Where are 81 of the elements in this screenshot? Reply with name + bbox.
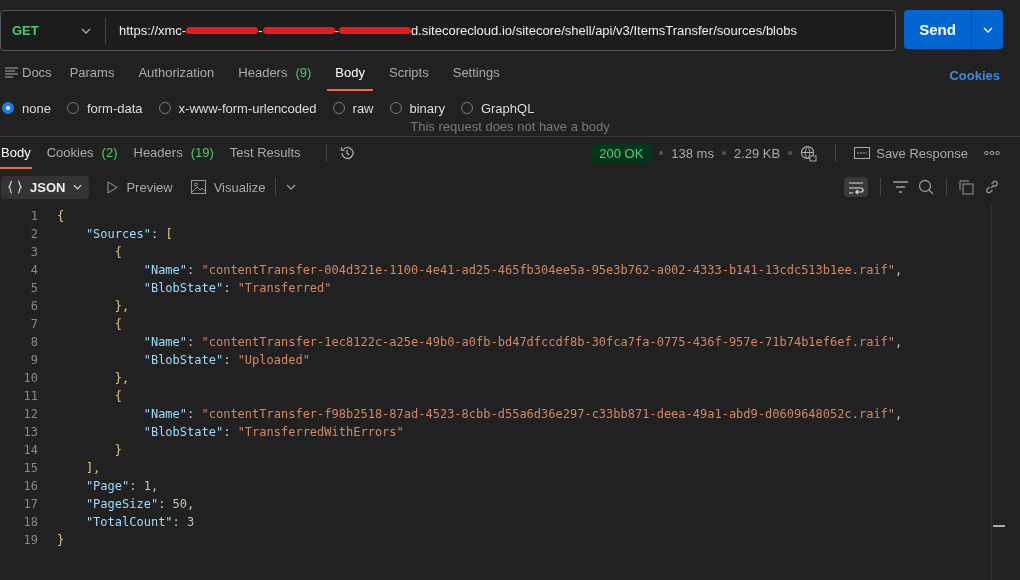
line-number: 9 [29, 352, 38, 369]
history-icon[interactable] [338, 145, 355, 161]
code-line: { [57, 208, 65, 225]
response-tab[interactable]: Body [0, 137, 32, 169]
code-line: ], [84, 460, 101, 477]
play-icon [107, 180, 119, 194]
chevron-down-icon [81, 27, 91, 34]
line-number: 11 [22, 388, 38, 405]
save-response-button[interactable]: Save Response [854, 145, 968, 161]
line-number: 12 [22, 406, 38, 423]
body-type-radio[interactable]: form-data [66, 100, 143, 116]
line-number: 15 [22, 460, 38, 477]
response-time: 138 ms [671, 145, 714, 161]
request-tab[interactable]: Scripts [381, 55, 437, 91]
code-line: "Page": 1, [84, 478, 159, 495]
code-line: "PageSize": 50, [84, 496, 195, 513]
copy-icon[interactable] [959, 179, 974, 195]
code-line: "Name": "contentTransfer-004d321e-1100-4e41-ad25-465fb304ee5a-95e3b762-a002-4333-b141-13cdc513b1ee.raif", [142, 262, 903, 279]
preview-button[interactable]: Preview [107, 179, 173, 195]
response-tab[interactable]: Headers (19) [132, 137, 215, 169]
line-number: 7 [29, 316, 38, 333]
method-dropdown[interactable]: GET [1, 23, 81, 38]
code-line: "Name": "contentTransfer-f98b2518-87ad-4523-8cbb-d55a6d36e297-c33bb871-deea-49a1-abd9-d0609648052c.raif", [142, 406, 903, 423]
line-number: 16 [22, 478, 38, 495]
url-field[interactable]: https://xmc- - - d.sitecorecloud.io/sitecore/shell/api/v3/ItemsTransfer/sources/blobs [119, 23, 797, 38]
wrap-lines-button[interactable] [844, 177, 868, 197]
line-number: 2 [29, 226, 38, 243]
link-icon[interactable] [984, 179, 1000, 195]
format-dropdown[interactable]: JSON [1, 175, 90, 199]
code-line: } [57, 532, 65, 549]
request-tab[interactable]: Authorization [130, 55, 223, 91]
code-line: "Sources": [ [84, 226, 173, 243]
cookies-link[interactable]: Cookies [949, 67, 1000, 83]
request-tab[interactable]: Params [61, 55, 123, 91]
body-type-radio[interactable]: x-www-form-urlencoded [158, 100, 317, 116]
code-line: { [113, 316, 123, 333]
line-number: 14 [22, 442, 38, 459]
image-icon [190, 180, 206, 194]
code-line: } [113, 442, 123, 459]
code-line: "TotalCount": 3 [84, 514, 195, 531]
request-tab[interactable]: Body [327, 55, 373, 91]
response-tab[interactable]: Test Results [228, 137, 302, 169]
code-line: "BlobState": "Uploaded" [142, 352, 310, 369]
line-number: 10 [22, 370, 38, 387]
search-icon[interactable] [918, 179, 934, 195]
code-line: }, [113, 370, 130, 387]
line-number: 4 [29, 262, 38, 279]
chevron-down-icon [982, 26, 993, 33]
request-tab[interactable]: Headers (9) [230, 55, 320, 91]
line-number: 8 [29, 334, 38, 351]
empty-body-message: This request does not have a body [410, 119, 610, 134]
response-tab[interactable]: Cookies (2) [45, 137, 119, 169]
response-size: 2.29 KB [733, 145, 781, 161]
line-number: 1 [29, 208, 38, 225]
line-number: 5 [29, 280, 38, 297]
line-number: 19 [22, 532, 38, 549]
braces-icon [8, 180, 22, 194]
body-type-radio[interactable]: binary [389, 100, 445, 116]
body-type-radio[interactable]: raw [332, 100, 374, 116]
visualize-button[interactable]: Visualize [190, 179, 266, 195]
body-type-radio[interactable]: none [2, 100, 51, 116]
chevron-down-icon [73, 184, 83, 190]
globe-lock-icon[interactable] [800, 144, 818, 162]
line-number: 18 [22, 514, 38, 531]
status-badge: 200 OK [591, 142, 652, 164]
code-line: "Name": "contentTransfer-1ec8122c-a25e-49b0-a0fb-bd47dfccdf8b-30fca7fa-0775-436f-957e-71b74b1ef6ef.raif", [142, 334, 903, 351]
chevron-down-icon[interactable] [286, 184, 297, 190]
code-line: "BlobState": "Transferred" [142, 280, 332, 297]
line-number: 3 [29, 244, 38, 261]
request-tab[interactable]: Settings [444, 55, 508, 91]
line-number: 13 [22, 424, 38, 441]
code-line: { [113, 244, 123, 261]
code-line: }, [113, 298, 130, 315]
filter-icon[interactable] [893, 181, 908, 193]
line-number: 6 [29, 298, 38, 315]
request-tab[interactable]: Docs [0, 55, 60, 91]
line-number: 17 [22, 496, 38, 513]
code-line: { [113, 388, 123, 405]
body-type-radio[interactable]: GraphQL [460, 100, 535, 116]
code-line: "BlobState": "TransferredWithErrors" [142, 424, 404, 441]
more-icon[interactable] [984, 150, 1000, 156]
